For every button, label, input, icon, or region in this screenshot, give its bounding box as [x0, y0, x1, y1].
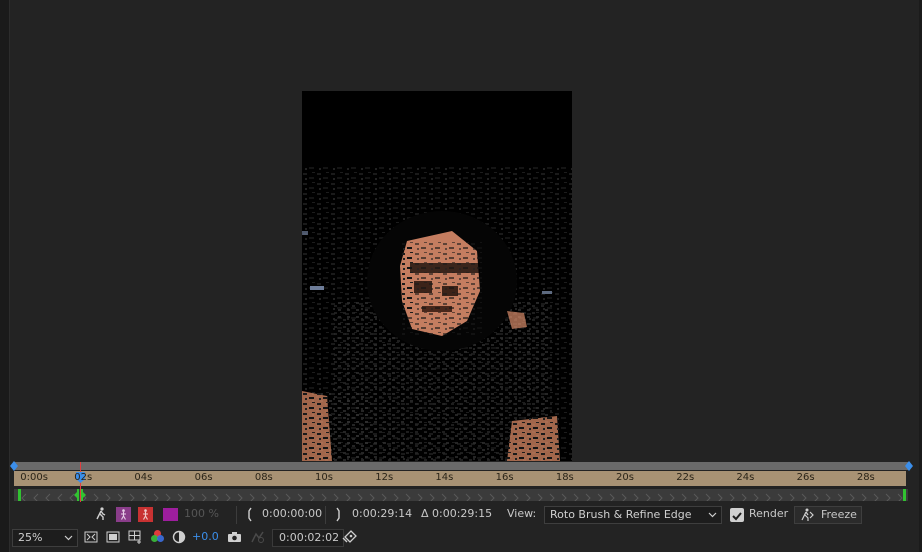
viewer-controls: 25% +0.0 0:00:02:02: [10, 527, 919, 549]
work-area-bar[interactable]: [14, 462, 910, 470]
roto-toolbar: 100 % 0:00:00:00 0:00:29:14 Δ 0:00:29:15…: [10, 504, 919, 526]
roto-preview-graphic: [302, 91, 572, 461]
snapshot-camera-icon[interactable]: [227, 531, 242, 543]
show-snapshot-icon: [251, 531, 264, 543]
freeze-label: Freeze: [821, 508, 857, 521]
overlay-color-swatch[interactable]: [163, 508, 178, 521]
span-end-marker[interactable]: [903, 489, 906, 501]
timeline-toggle-icon[interactable]: [342, 529, 358, 545]
exposure-value[interactable]: +0.0: [192, 527, 219, 547]
span-start-marker[interactable]: [18, 489, 21, 501]
chevron-down-icon: [708, 512, 717, 518]
figure-overlay-icon: [121, 509, 126, 520]
alpha-boundary-toggle[interactable]: [138, 507, 153, 522]
time-tick-label: 10s: [315, 472, 333, 483]
zoom-value: 25%: [18, 531, 43, 544]
color-channels-icon[interactable]: [150, 529, 165, 544]
zoom-dropdown[interactable]: 25%: [12, 529, 78, 547]
time-tick-label: 12s: [375, 472, 394, 483]
view-label: View:: [507, 507, 537, 520]
view-dropdown[interactable]: Roto Brush & Refine Edge: [544, 506, 722, 524]
current-time-value: 0:00:02:02: [279, 531, 340, 544]
separator: [236, 506, 237, 524]
time-tick-label: 22s: [676, 472, 695, 483]
render-checkbox[interactable]: [730, 508, 744, 522]
propagation-span-bar[interactable]: [14, 489, 908, 501]
region-of-interest-icon[interactable]: [106, 530, 120, 544]
work-area-start-handle[interactable]: [10, 461, 18, 471]
work-area-end-handle[interactable]: [905, 461, 913, 471]
separator: [325, 506, 326, 524]
time-tick-label: 18s: [555, 472, 574, 483]
span-end-time[interactable]: 0:00:29:14: [352, 504, 412, 524]
exposure-reset-icon[interactable]: [172, 530, 186, 544]
fit-screen-icon[interactable]: [84, 530, 98, 544]
current-time-field[interactable]: 0:00:02:02: [272, 529, 344, 547]
time-tick-label: 0:00s: [20, 472, 48, 483]
time-tick-label: 08s: [254, 472, 273, 483]
set-span-start-icon[interactable]: [246, 507, 254, 522]
time-tick-label: 26s: [796, 472, 815, 483]
time-tick-label: 20s: [616, 472, 634, 483]
time-tick-label: 24s: [736, 472, 755, 483]
chevron-down-icon: [64, 535, 73, 541]
time-tick-label: 16s: [495, 472, 514, 483]
span-start-time[interactable]: 0:00:00:00: [262, 504, 322, 524]
alpha-overlay-toggle[interactable]: [116, 507, 131, 522]
set-span-end-icon[interactable]: [334, 507, 342, 522]
time-tick-label: 02s: [74, 472, 93, 483]
checkmark-icon: [732, 512, 742, 521]
layer-preview-image[interactable]: [302, 91, 572, 461]
time-tick-label: 06s: [194, 472, 213, 483]
panel-left-edge: [0, 0, 9, 552]
time-tick-label: 14s: [435, 472, 454, 483]
overlay-opacity[interactable]: 100 %: [184, 504, 219, 524]
view-dropdown-value: Roto Brush & Refine Edge: [550, 508, 692, 521]
time-tick-label: 28s: [856, 472, 875, 483]
figure-boundary-icon: [143, 509, 148, 520]
figure-walk-icon[interactable]: [94, 507, 108, 521]
grid-guides-icon[interactable]: [128, 529, 144, 545]
freeze-button[interactable]: Freeze: [794, 506, 862, 524]
freeze-figure-icon: [801, 508, 814, 521]
propagation-arrows-icon: [21, 493, 903, 501]
time-tick-label: 04s: [134, 472, 153, 483]
render-label: Render: [749, 507, 789, 520]
span-duration: Δ 0:00:29:15: [421, 507, 493, 520]
